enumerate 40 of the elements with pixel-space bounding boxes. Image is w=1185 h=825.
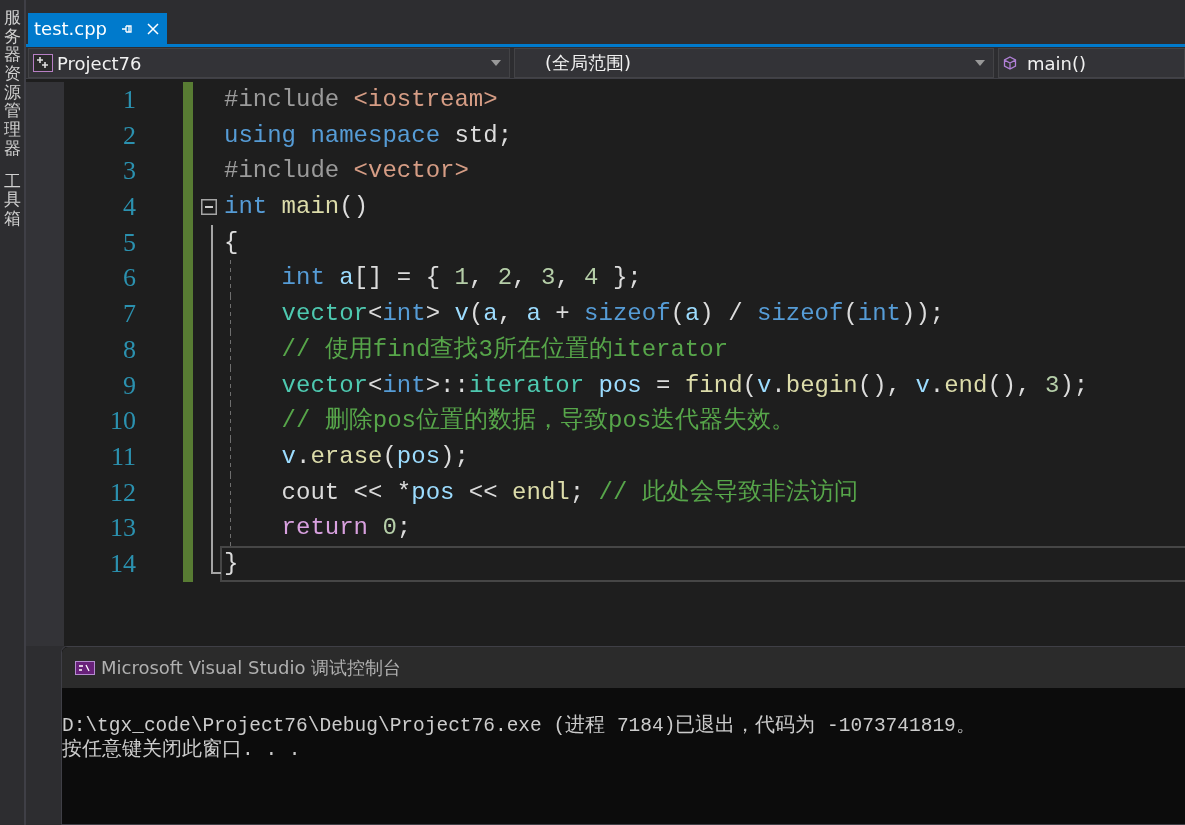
caret-icon (975, 60, 985, 66)
code-line: #include <iostream> (224, 85, 498, 115)
side-tab[interactable]: 服务器资源管理器 (3, 8, 21, 158)
code-line: { (224, 227, 239, 258)
pin-icon[interactable] (121, 22, 134, 35)
line-number: 11 (109, 440, 136, 473)
line-number: 1 (122, 84, 136, 116)
line-number: 2 (122, 119, 136, 152)
caret-icon (491, 60, 501, 66)
line-number: 5 (122, 226, 136, 259)
file-tab[interactable]: test.cpp (28, 13, 168, 44)
code-line: #include <vector> (224, 156, 469, 187)
line-number: 12 (109, 476, 136, 509)
line-number: 6 (122, 262, 136, 295)
collapse-icon[interactable] (200, 198, 217, 215)
scope-dropdown[interactable]: (全局范围) (514, 48, 994, 78)
code-line: } (224, 548, 239, 579)
project-dropdown[interactable]: Project76 (28, 48, 510, 78)
line-number: 9 (122, 369, 136, 402)
cube-icon (1003, 56, 1017, 70)
code-line: using namespace std; (224, 120, 513, 151)
dropdown-text: main() (1027, 52, 1087, 74)
dropdown-text: Project76 (57, 52, 143, 74)
line-number: 3 (122, 155, 136, 188)
line-number: 10 (109, 405, 136, 438)
side-tab[interactable]: 工具箱 (3, 171, 21, 228)
line-number: 7 (122, 298, 136, 331)
line-number: 4 (122, 191, 136, 224)
project-icon (33, 54, 53, 72)
code-line: int main() (224, 192, 369, 223)
line-number: 13 (109, 512, 136, 545)
console-icon (75, 660, 95, 675)
member-dropdown[interactable]: main() (998, 48, 1185, 78)
line-number: 8 (122, 333, 136, 366)
close-icon[interactable] (147, 22, 160, 35)
console-output-line: 按任意键关闭此窗口. . . (62, 738, 301, 762)
console-title: Microsoft Visual Studio 调试控制台 (101, 655, 402, 680)
line-number: 14 (109, 547, 136, 580)
dropdown-text: (全局范围) (545, 51, 633, 75)
console-output-line: D:\tgx_code\Project76\Debug\Project76.exe (进程 7184)已退出，代码为 -1073741819。 (62, 714, 976, 738)
